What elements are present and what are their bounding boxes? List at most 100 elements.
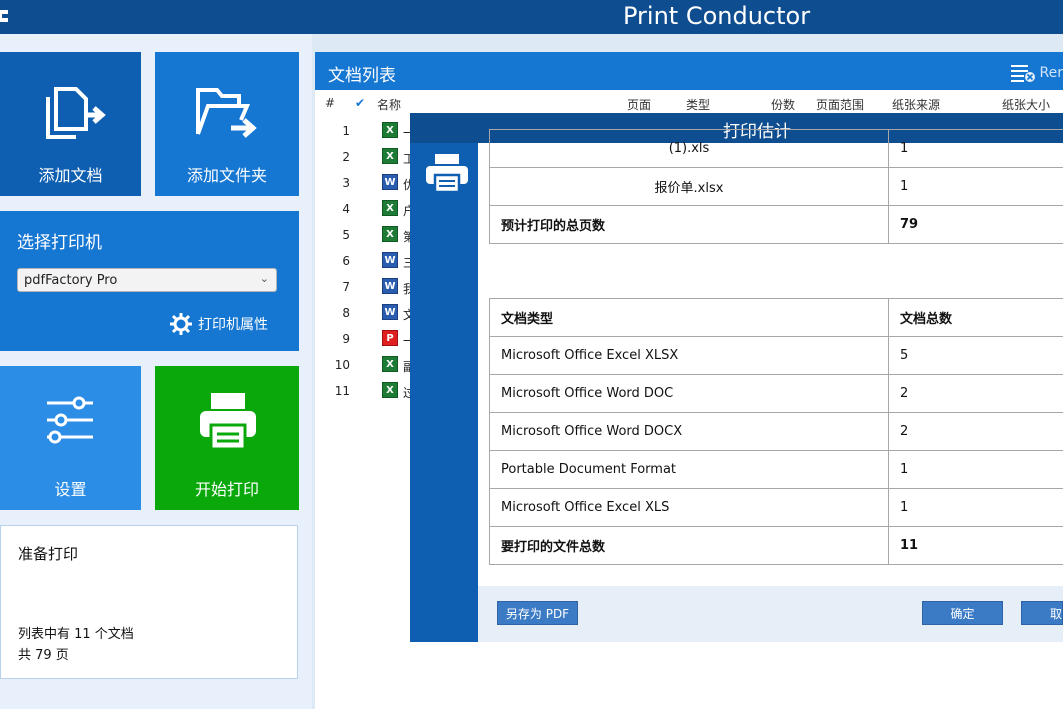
table-cell: Microsoft Office Word DOC — [489, 374, 889, 413]
row-number: 7 — [342, 280, 350, 294]
table-row[interactable]: 5 X 第 — [320, 226, 415, 244]
gear-icon — [170, 313, 192, 335]
table-cell: Microsoft Office Excel XLS — [489, 488, 889, 527]
excel-icon: X — [382, 382, 398, 398]
total-pages-label: 预计打印的总页数 — [489, 205, 889, 244]
table-row[interactable]: 7 W 我 — [320, 278, 415, 296]
row-number: 9 — [342, 332, 350, 346]
table-row[interactable]: 6 W 三 — [320, 252, 415, 270]
word-icon: W — [382, 252, 398, 268]
col-header-page-range[interactable]: 页面范围 — [816, 96, 864, 113]
table-row[interactable]: 8 W 文 — [320, 304, 415, 322]
remove-label: Rer — [1039, 65, 1063, 81]
table-row: 报价单.xlsx 1 — [489, 167, 1063, 206]
row-number: 10 — [334, 358, 350, 372]
dialog-sidebar — [410, 143, 478, 642]
remove-list-icon — [1010, 65, 1035, 82]
app-titlebar — [0, 0, 1063, 34]
settings-button[interactable]: 设置 — [0, 366, 141, 510]
cancel-button[interactable]: 取 — [1021, 601, 1063, 625]
ok-button[interactable]: 确定 — [922, 601, 1003, 625]
status-panel: 准备打印 列表中有 11 个文档 共 79 页 — [0, 525, 298, 679]
status-heading: 准备打印 — [18, 545, 79, 563]
row-number: 8 — [342, 306, 350, 320]
col-header-type[interactable]: 类型 — [686, 96, 710, 113]
page-summary-table: (1).xls 1 报价单.xlsx 1 预计打印的总页数 79 — [489, 129, 1063, 244]
table-cell: 5 — [888, 336, 1063, 375]
add-folder-label: 添加文件夹 — [186, 166, 267, 185]
printer-heading: 选择打印机 — [17, 233, 102, 253]
row-number: 3 — [342, 176, 350, 190]
table-row[interactable]: 1 X 一 — [320, 122, 415, 140]
status-doc-count: 列表中有 11 个文档 — [18, 627, 134, 642]
table-header-row: 文档类型 文档总数 — [489, 298, 1063, 337]
col-header-copies[interactable]: 份数 — [771, 96, 795, 113]
printer-icon — [426, 154, 468, 193]
app-icon[interactable] — [0, 8, 10, 24]
row-number: 2 — [342, 150, 350, 164]
table-row[interactable]: 10 X 副 — [320, 356, 415, 374]
table-cell: Portable Document Format — [489, 450, 889, 489]
col-header-check[interactable]: ✔ — [355, 96, 365, 110]
remove-button[interactable]: Rer — [1010, 63, 1063, 83]
table-row[interactable]: 3 W 优 — [320, 174, 415, 192]
row-number: 11 — [334, 384, 350, 398]
add-documents-button[interactable]: 添加文档 — [0, 52, 141, 196]
excel-icon: X — [382, 122, 398, 138]
table-row[interactable]: 9 P 一 — [320, 330, 415, 348]
table-row[interactable]: 2 X 工 — [320, 148, 415, 166]
total-files-label: 要打印的文件总数 — [489, 526, 889, 565]
save-as-pdf-button[interactable]: 另存为 PDF — [497, 601, 578, 625]
header-doc-type: 文档类型 — [489, 298, 889, 337]
printer-icon — [200, 393, 256, 451]
table-cell: Microsoft Office Excel XLSX — [489, 336, 889, 375]
table-row: Microsoft Office Excel XLSX 5 — [489, 336, 1063, 375]
add-folder-icon — [196, 88, 257, 138]
table-cell: 2 — [888, 374, 1063, 413]
table-row: (1).xls 1 — [489, 129, 1063, 168]
table-row: Portable Document Format 1 — [489, 450, 1063, 489]
table-row[interactable]: 4 X 户 — [320, 200, 415, 218]
total-files-value: 11 — [888, 526, 1063, 565]
settings-label: 设置 — [54, 480, 87, 499]
table-row: Microsoft Office Excel XLS 1 — [489, 488, 1063, 527]
word-icon: W — [382, 278, 398, 294]
printer-properties-button[interactable]: 打印机属性 — [170, 313, 268, 335]
add-document-icon — [46, 87, 106, 139]
printer-dropdown[interactable]: pdfFactory Pro ⌄ — [17, 268, 277, 292]
table-cell: Microsoft Office Word DOCX — [489, 412, 889, 451]
row-number: 4 — [342, 202, 350, 216]
printer-properties-label: 打印机属性 — [198, 317, 268, 333]
table-cell: 2 — [888, 412, 1063, 451]
row-number: 5 — [342, 228, 350, 242]
add-folder-button[interactable]: 添加文件夹 — [155, 52, 299, 196]
word-icon: W — [382, 174, 398, 190]
col-header-paper-source[interactable]: 纸张来源 — [892, 96, 940, 113]
row-number: 6 — [342, 254, 350, 268]
document-list-title: 文档列表 — [328, 66, 396, 86]
col-header-name[interactable]: 名称 — [377, 96, 401, 113]
document-type-table: 文档类型 文档总数 Microsoft Office Excel XLSX 5 … — [489, 298, 1063, 565]
pdf-icon: P — [382, 330, 398, 346]
chevron-down-icon: ⌄ — [259, 272, 269, 285]
table-row: 预计打印的总页数 79 — [489, 205, 1063, 244]
row-number: 1 — [342, 124, 350, 138]
table-row[interactable]: 11 X 过 — [320, 382, 415, 400]
table-cell: 报价单.xlsx — [489, 167, 889, 206]
start-printing-label: 开始打印 — [194, 480, 259, 499]
printer-selected-value: pdfFactory Pro — [24, 273, 118, 288]
status-page-count: 共 79 页 — [18, 648, 69, 663]
excel-icon: X — [382, 356, 398, 372]
col-header-pages[interactable]: 页面 — [627, 96, 651, 113]
word-icon: W — [382, 304, 398, 320]
add-documents-label: 添加文档 — [38, 166, 103, 185]
excel-icon: X — [382, 200, 398, 216]
start-printing-button[interactable]: 开始打印 — [155, 366, 299, 510]
sliders-icon — [47, 396, 93, 444]
excel-icon: X — [382, 148, 398, 164]
col-header-num[interactable]: # — [325, 96, 335, 110]
table-cell: 1 — [888, 488, 1063, 527]
col-header-paper-size[interactable]: 纸张大小 — [1002, 96, 1050, 113]
table-row: 要打印的文件总数 11 — [489, 526, 1063, 565]
total-pages-value: 79 — [888, 205, 1063, 244]
